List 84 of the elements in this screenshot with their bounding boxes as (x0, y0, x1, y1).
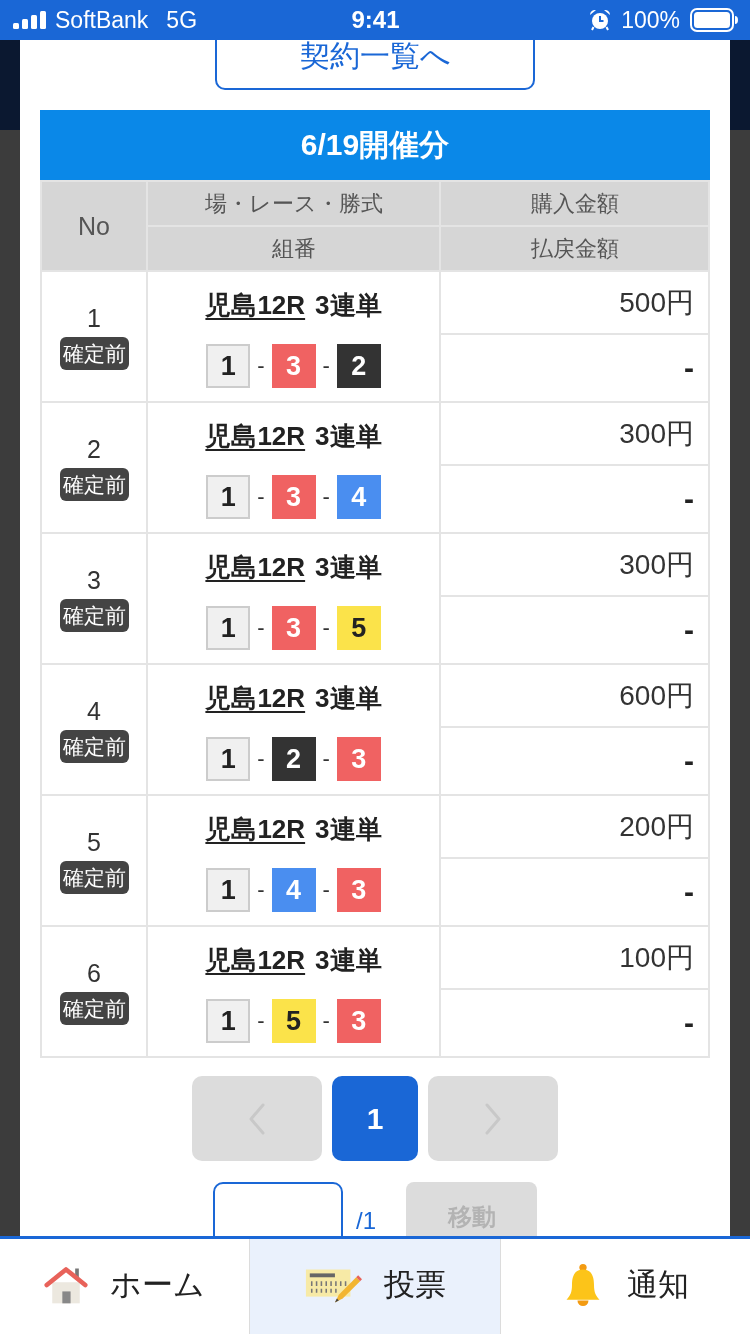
race-link[interactable]: 児島12R (205, 811, 306, 847)
purchase-amount: 300円 (441, 534, 708, 595)
payout-amount: - (441, 466, 708, 532)
separator-dash: - (322, 353, 330, 379)
purchase-amount: 500円 (441, 272, 708, 333)
separator-dash: - (257, 1008, 265, 1034)
network-type: 5G (166, 6, 198, 34)
table-header-cell: No (42, 182, 146, 270)
table-header-cell: 場・レース・勝式 (148, 182, 439, 225)
boat-number-tile: 4 (271, 868, 316, 912)
status-badge: 確定前 (59, 468, 129, 501)
bet-type: 3連単 (315, 681, 382, 715)
row-number: 1 (87, 303, 101, 333)
row-number: 5 (87, 827, 101, 857)
purchase-amount: 100円 (441, 927, 708, 988)
boat-number-tile: 4 (336, 475, 381, 519)
separator-dash: - (322, 1008, 330, 1034)
bet-type: 3連単 (315, 812, 382, 846)
status-badge: 確定前 (59, 992, 129, 1025)
alarm-clock-icon (589, 9, 612, 31)
separator-dash: - (257, 484, 265, 510)
page-button[interactable]: 1 (332, 1076, 418, 1161)
boat-number-tile: 3 (271, 344, 316, 388)
table-header-cell: 払戻金額 (441, 227, 708, 270)
purchase-amount: 600円 (441, 665, 708, 726)
boat-number-tile: 3 (336, 737, 381, 781)
boat-number-tile: 3 (336, 868, 381, 912)
boat-number-tile: 1 (206, 868, 251, 912)
separator-dash: - (257, 353, 265, 379)
separator-dash: - (257, 746, 265, 772)
table-header-cell: 購入金額 (441, 182, 708, 225)
boat-number-tile: 3 (271, 475, 316, 519)
battery-icon (690, 8, 738, 32)
separator-dash: - (322, 746, 330, 772)
payout-amount: - (441, 990, 708, 1056)
boat-number-tile: 3 (271, 606, 316, 650)
status-badge: 確定前 (59, 599, 129, 632)
bet-type: 3連単 (315, 419, 382, 453)
payout-amount: - (441, 335, 708, 401)
separator-dash: - (257, 877, 265, 903)
status-badge: 確定前 (59, 337, 129, 370)
separator-dash: - (322, 615, 330, 641)
race-link[interactable]: 児島12R (205, 942, 306, 978)
page-number-input[interactable] (213, 1182, 343, 1236)
boat-number-tile: 5 (336, 606, 381, 650)
battery-percent: 100% (621, 6, 680, 34)
purchase-amount: 300円 (441, 403, 708, 464)
payout-amount: - (441, 597, 708, 663)
clock-time: 9:41 (351, 6, 400, 34)
boat-number-tile: 1 (206, 606, 251, 650)
row-number: 3 (87, 565, 101, 595)
separator-dash: - (257, 615, 265, 641)
nav-tab[interactable]: 投票 (249, 1239, 501, 1334)
boat-number-tile: 1 (206, 475, 251, 519)
status-badge: 確定前 (59, 730, 129, 763)
purchase-amount: 200円 (441, 796, 708, 857)
section-title-bar: 6/19開催分 (40, 110, 710, 180)
row-number: 6 (87, 958, 101, 988)
payout-amount: - (441, 728, 708, 794)
boat-number-tile: 1 (206, 737, 251, 781)
boat-number-tile: 1 (206, 344, 251, 388)
separator-dash: - (322, 877, 330, 903)
boat-number-tile: 5 (271, 999, 316, 1043)
payout-amount: - (441, 859, 708, 925)
race-link[interactable]: 児島12R (205, 418, 306, 454)
table-header-cell: 組番 (148, 227, 439, 270)
race-link[interactable]: 児島12R (205, 549, 306, 585)
signal-icon (13, 11, 47, 29)
contract-list-button[interactable]: 契約一覧へ (215, 40, 535, 90)
carrier-name: SoftBank (55, 6, 149, 34)
bet-type: 3連単 (315, 550, 382, 584)
race-link[interactable]: 児島12R (205, 680, 306, 716)
race-link[interactable]: 児島12R (205, 287, 306, 323)
separator-dash: - (322, 484, 330, 510)
row-number: 2 (87, 434, 101, 464)
bet-type: 3連単 (315, 943, 382, 977)
boat-number-tile: 2 (336, 344, 381, 388)
boat-number-tile: 3 (336, 999, 381, 1043)
row-number: 4 (87, 696, 101, 726)
bet-type: 3連単 (315, 288, 382, 322)
boat-number-tile: 1 (206, 999, 251, 1043)
status-badge: 確定前 (59, 861, 129, 894)
boat-number-tile: 2 (271, 737, 316, 781)
page-total: /1 (356, 1208, 376, 1234)
